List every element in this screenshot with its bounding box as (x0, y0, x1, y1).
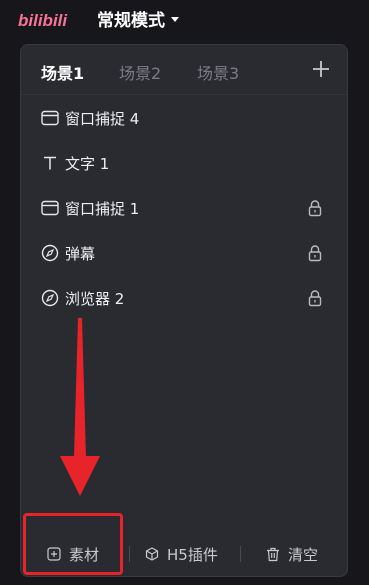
bottom-toolbar: 素材 H5插件 清空 (21, 530, 347, 576)
source-item[interactable]: 浏览器 2 (21, 278, 347, 318)
bilibili-logo: bilibili (18, 11, 68, 30)
scene-source-panel: 场景1 场景2 场景3 窗口捕捉 4 文字 1 窗口捕捉 1 弹幕 浏览器 2 … (20, 44, 348, 577)
svg-text:bilibili: bilibili (18, 11, 68, 30)
tab-scene-1[interactable]: 场景1 (41, 60, 84, 84)
source-item[interactable]: 文字 1 (21, 143, 347, 183)
lock-icon[interactable] (307, 199, 323, 217)
divider (240, 546, 241, 562)
scene-tabs: 场景1 场景2 场景3 (21, 45, 347, 95)
mode-dropdown[interactable]: 常规模式 (97, 6, 179, 31)
h5-plugin-button[interactable]: H5插件 (145, 543, 218, 565)
add-square-icon (47, 547, 61, 561)
mode-label: 常规模式 (97, 10, 165, 31)
source-label: 窗口捕捉 1 (65, 199, 140, 218)
compass-icon (41, 244, 59, 262)
window-capture-icon (41, 199, 59, 217)
source-label: 弹幕 (65, 244, 96, 263)
caret-down-icon (171, 16, 179, 22)
add-material-button[interactable]: 素材 (47, 543, 99, 565)
source-label: 窗口捕捉 4 (65, 109, 140, 128)
window-capture-icon (41, 109, 59, 127)
divider (129, 546, 130, 562)
clear-label: 清空 (288, 545, 319, 564)
text-icon (41, 154, 59, 172)
compass-icon (41, 289, 59, 307)
cube-icon (145, 547, 159, 561)
lock-icon[interactable] (307, 289, 323, 307)
h5-plugin-label: H5插件 (167, 545, 218, 564)
trash-icon (267, 547, 279, 561)
clear-button[interactable]: 清空 (266, 543, 318, 565)
tab-scene-2[interactable]: 场景2 (119, 60, 161, 84)
source-label: 浏览器 2 (65, 289, 125, 308)
source-item[interactable]: 窗口捕捉 1 (21, 188, 347, 228)
material-label: 素材 (69, 545, 100, 564)
source-item[interactable]: 窗口捕捉 4 (21, 98, 347, 138)
tab-scene-3[interactable]: 场景3 (197, 60, 239, 84)
add-scene-plus-icon[interactable] (311, 59, 331, 79)
lock-icon[interactable] (307, 244, 323, 262)
top-bar: bilibili 常规模式 (0, 0, 369, 38)
source-label: 文字 1 (65, 154, 110, 173)
source-item[interactable]: 弹幕 (21, 233, 347, 273)
